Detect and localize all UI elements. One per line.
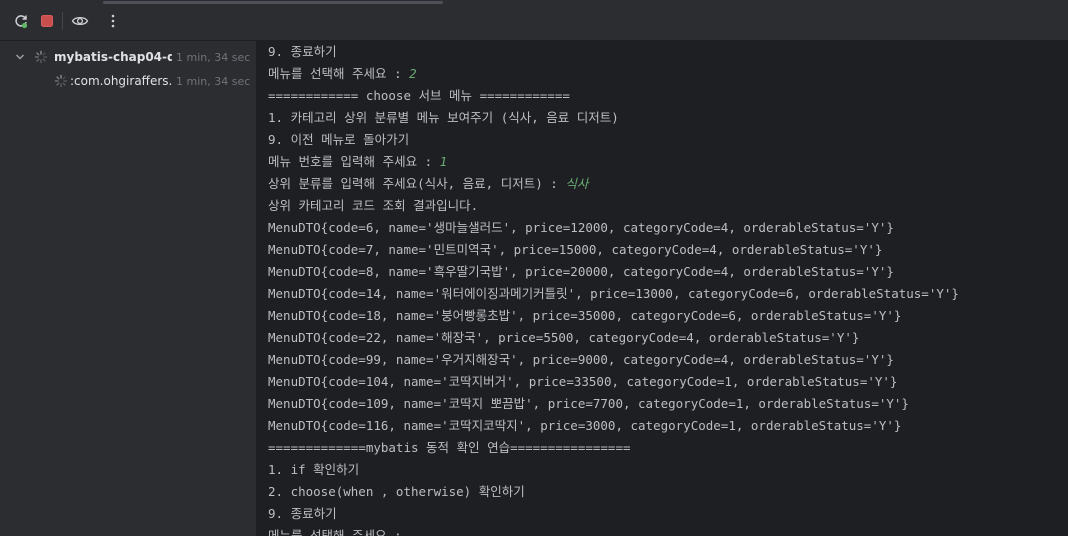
- console-line: MenuDTO{code=22, name='해장국', price=5500,…: [268, 327, 959, 349]
- console-line-text: MenuDTO{code=14, name='워터에이징과메기커틀릿', pri…: [268, 286, 959, 301]
- console-line-text: 상위 카테고리 코드 조회 결과입니다.: [268, 198, 479, 213]
- eye-icon: [71, 16, 89, 26]
- console-line: MenuDTO{code=8, name='흑우딸기국밥', price=200…: [268, 261, 959, 283]
- console-line: 메뉴를 선택해 주세요 :: [268, 525, 959, 536]
- chevron-down-icon[interactable]: [14, 51, 26, 63]
- console-line: 메뉴를 선택해 주세요 : 2: [268, 63, 959, 85]
- console-line-text: 9. 종료하기: [268, 44, 337, 59]
- user-input-text: 1: [439, 154, 448, 169]
- console-line: MenuDTO{code=6, name='생마늘샐러드', price=120…: [268, 217, 959, 239]
- console-line: 메뉴 번호를 입력해 주세요 : 1: [268, 151, 959, 173]
- console-line-text: MenuDTO{code=22, name='해장국', price=5500,…: [268, 330, 860, 345]
- tree-item-child[interactable]: :com.ohgiraffers.se 1 min, 34 sec: [54, 71, 250, 91]
- console-lines: 9. 종료하기 메뉴를 선택해 주세요 : 2 ============ choos…: [268, 41, 959, 536]
- console-line: 2. choose(when , otherwise) 확인하기: [268, 481, 959, 503]
- console-line: MenuDTO{code=18, name='붕어빵롱초밥', price=35…: [268, 305, 959, 327]
- tree-item-label: :com.ohgiraffers.se: [70, 74, 172, 88]
- test-tree-panel: mybatis-chap04-dyn 1 min, 34 sec :com.oh…: [0, 41, 256, 536]
- stop-button[interactable]: [36, 10, 58, 32]
- console-line-text: 2. choose(when , otherwise) 확인하기: [268, 484, 525, 499]
- console-line-text: MenuDTO{code=7, name='민트미역국', price=1500…: [268, 242, 883, 257]
- console-line: ============ choose 서브 메뉴 ============: [268, 85, 959, 107]
- loading-spinner-icon: [54, 74, 68, 88]
- console-line-text: MenuDTO{code=99, name='우거지해장국', price=90…: [268, 352, 894, 367]
- console-line: MenuDTO{code=109, name='코딱지 뽀끔밥', price=…: [268, 393, 959, 415]
- tree-item-duration: 1 min, 34 sec: [176, 50, 251, 64]
- loading-spinner-icon: [34, 50, 48, 64]
- console-line-text: MenuDTO{code=116, name='코딱지코딱지', price=3…: [268, 418, 902, 433]
- horizontal-scrollbar[interactable]: [103, 1, 443, 4]
- tree-item-root[interactable]: mybatis-chap04-dyn 1 min, 34 sec: [14, 47, 250, 67]
- tree-item-label: mybatis-chap04-dyn: [54, 50, 172, 64]
- rerun-icon: [15, 15, 28, 29]
- console-line: MenuDTO{code=104, name='코딱지버거', price=33…: [268, 371, 959, 393]
- console-line: 9. 종료하기: [268, 503, 959, 525]
- console-line-text: MenuDTO{code=104, name='코딱지버거', price=33…: [268, 374, 898, 389]
- console-line-text: 1. 카테고리 상위 분류별 메뉴 보여주기 (식사, 음료 디저트): [268, 110, 619, 125]
- run-toolbar: [0, 0, 1068, 41]
- view-options-button[interactable]: [69, 10, 91, 32]
- console-line-text: MenuDTO{code=8, name='흑우딸기국밥', price=200…: [268, 264, 894, 279]
- console-line: 1. 카테고리 상위 분류별 메뉴 보여주기 (식사, 음료 디저트): [268, 107, 959, 129]
- console-line: MenuDTO{code=14, name='워터에이징과메기커틀릿', pri…: [268, 283, 959, 305]
- console-line: =============mybatis 동적 확인 연습===========…: [268, 437, 959, 459]
- console-line: 1. if 확인하기: [268, 459, 959, 481]
- console-line-text: 메뉴를 선택해 주세요 :: [268, 528, 410, 536]
- more-vertical-icon: [111, 14, 115, 28]
- stop-icon: [41, 15, 53, 27]
- console-line: MenuDTO{code=116, name='코딱지코딱지', price=3…: [268, 415, 959, 437]
- user-input-text: 식사: [565, 176, 589, 191]
- more-options-button[interactable]: [102, 10, 124, 32]
- console-line-text: MenuDTO{code=18, name='붕어빵롱초밥', price=35…: [268, 308, 902, 323]
- toolbar-separator: [62, 12, 63, 30]
- console-line-text: 메뉴 번호를 입력해 주세요 :: [268, 154, 440, 169]
- console-line: 상위 분류를 입력해 주세요(식사, 음료, 디저트) : 식사: [268, 173, 959, 195]
- console-line-text: 9. 종료하기: [268, 506, 337, 521]
- console-output[interactable]: 9. 종료하기 메뉴를 선택해 주세요 : 2 ============ choos…: [256, 41, 1068, 536]
- user-input-text: 2: [409, 66, 417, 81]
- console-line-text: 메뉴를 선택해 주세요 :: [268, 66, 410, 81]
- console-line-text: MenuDTO{code=6, name='생마늘샐러드', price=120…: [268, 220, 894, 235]
- console-line: MenuDTO{code=7, name='민트미역국', price=1500…: [268, 239, 959, 261]
- console-line-text: 1. if 확인하기: [268, 462, 360, 477]
- console-line-text: =============mybatis 동적 확인 연습===========…: [268, 440, 631, 455]
- console-line-text: ============ choose 서브 메뉴 ============: [268, 88, 570, 103]
- console-line: 상위 카테고리 코드 조회 결과입니다.: [268, 195, 959, 217]
- console-line-text: MenuDTO{code=109, name='코딱지 뽀끔밥', price=…: [268, 396, 909, 411]
- console-line: 9. 이전 메뉴로 돌아가기: [268, 129, 959, 151]
- tree-item-duration: 1 min, 34 sec: [176, 74, 251, 88]
- console-line-text: 9. 이전 메뉴로 돌아가기: [268, 132, 410, 147]
- rerun-button[interactable]: [10, 10, 32, 32]
- console-line: 9. 종료하기: [268, 41, 959, 63]
- console-line: MenuDTO{code=99, name='우거지해장국', price=90…: [268, 349, 959, 371]
- console-line-text: 상위 분류를 입력해 주세요(식사, 음료, 디저트) :: [268, 176, 566, 191]
